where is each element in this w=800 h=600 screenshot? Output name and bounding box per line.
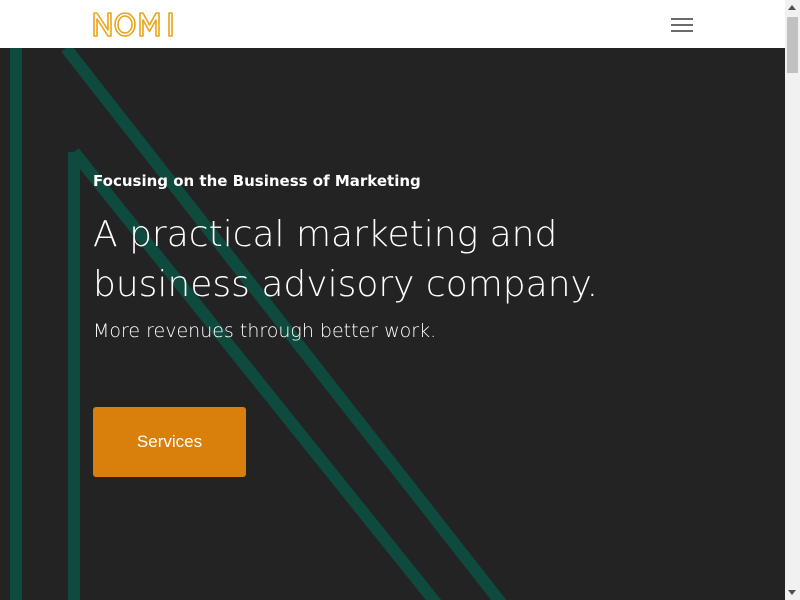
scroll-down-arrow-icon[interactable] [788,590,796,595]
services-button[interactable]: Services [93,407,246,477]
nomi-logo[interactable] [92,9,178,44]
hero-headline-line-1: A practical marketing and [93,214,558,255]
hero-headline: A practical marketing and business advis… [93,210,693,310]
scrollbar-thumb[interactable] [787,17,798,73]
menu-bar-bottom [671,30,693,32]
hero-subheading: More revenues through better work. [93,320,437,342]
scroll-up-arrow-icon[interactable] [788,5,796,10]
menu-bar-top [671,18,693,20]
page-scrollbar[interactable] [785,0,800,600]
menu-bar-middle [671,24,693,26]
hero-eyebrow: Focusing on the Business of Marketing [93,172,421,190]
browser-viewport: Focusing on the Business of Marketing A … [0,0,785,600]
hamburger-menu-icon[interactable] [664,10,700,40]
nomi-logo-mark [93,12,173,37]
hero-headline-line-2: business advisory company. [93,264,599,305]
hero-section: Focusing on the Business of Marketing A … [0,48,785,600]
site-header [0,0,785,48]
